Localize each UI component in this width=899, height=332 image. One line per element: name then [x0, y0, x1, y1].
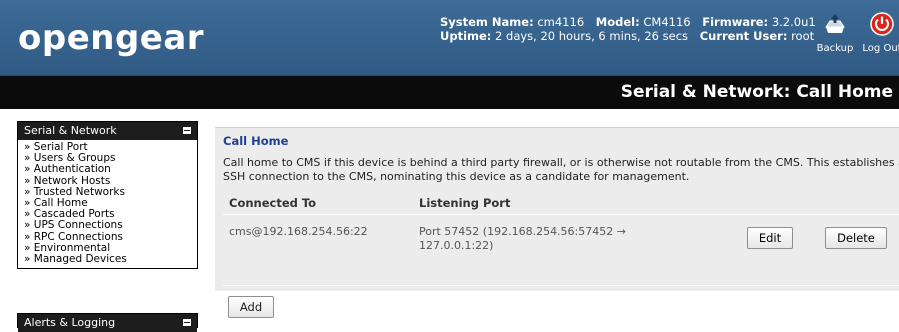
uptime-label: Uptime:: [440, 29, 492, 43]
sidebar-item-managed-devices[interactable]: » Managed Devices: [24, 253, 197, 265]
divider: [223, 285, 899, 286]
model-label: Model:: [595, 15, 640, 29]
column-header-listening-port: Listening Port: [419, 196, 511, 210]
delete-button[interactable]: Delete: [825, 227, 887, 249]
power-icon: [860, 12, 899, 39]
sidebar-serial-network: Serial & Network » Serial Port » Users &…: [17, 121, 198, 270]
model-value: CM4116: [643, 15, 691, 29]
app-header: opengear System Name: cm4116 Model: CM41…: [0, 0, 899, 76]
description-line-2: SSH connection to the CMS, nominating th…: [223, 170, 690, 183]
backup-label: Backup: [816, 43, 854, 54]
current-user-label: Current User:: [699, 29, 788, 43]
divider: [223, 214, 899, 215]
edit-button[interactable]: Edit: [747, 227, 793, 249]
backup-button[interactable]: Backup: [815, 12, 855, 54]
firmware-label: Firmware:: [702, 15, 769, 29]
sidebar-item-authentication[interactable]: » Authentication: [24, 164, 197, 175]
system-name-label: System Name:: [440, 15, 534, 29]
page-title: Serial & Network: Call Home: [620, 82, 893, 102]
system-name-value: cm4116: [537, 15, 585, 29]
description-line-1: Call home to CMS if this device is behin…: [223, 156, 899, 169]
backup-icon: [815, 12, 855, 39]
opengear-logo[interactable]: opengear: [18, 18, 204, 58]
listening-port-line-1: Port 57452 (192.168.254.56:57452 →: [419, 225, 626, 238]
call-home-panel: Call Home Call home to CMS if this devic…: [215, 127, 899, 291]
sidebar-section-title: Serial & Network: [24, 124, 117, 137]
sidebar-section-header-alerts[interactable]: Alerts & Logging: [18, 314, 197, 332]
sidebar-section-header[interactable]: Serial & Network: [18, 122, 197, 140]
system-info: System Name: cm4116 Model: CM4116 Firmwa…: [440, 15, 816, 43]
add-button[interactable]: Add: [228, 296, 274, 318]
sidebar-menu: » Serial Port » Users & Groups » Authent…: [18, 140, 197, 268]
listening-port-value: Port 57452 (192.168.254.56:57452 → 127.0…: [419, 225, 679, 253]
current-user-value: root: [791, 29, 815, 43]
connected-to-value: cms@192.168.254.56:22: [229, 225, 368, 238]
sidebar-alerts-logging: Alerts & Logging: [17, 313, 198, 332]
collapse-icon[interactable]: [183, 127, 191, 134]
uptime-value: 2 days, 20 hours, 6 mins, 26 secs: [495, 29, 689, 43]
listening-port-line-2: 127.0.0.1:22): [419, 239, 494, 252]
title-bar: Serial & Network: Call Home: [0, 76, 899, 109]
logout-button[interactable]: Log Out: [860, 12, 899, 54]
panel-description: Call home to CMS if this device is behin…: [223, 156, 899, 184]
panel-title: Call Home: [223, 134, 289, 148]
sidebar-item-ups-connections[interactable]: » UPS Connections: [24, 220, 197, 231]
logout-label: Log Out: [862, 43, 899, 54]
firmware-value: 3.2.0u1: [771, 15, 816, 29]
column-header-connected-to: Connected To: [229, 196, 317, 210]
